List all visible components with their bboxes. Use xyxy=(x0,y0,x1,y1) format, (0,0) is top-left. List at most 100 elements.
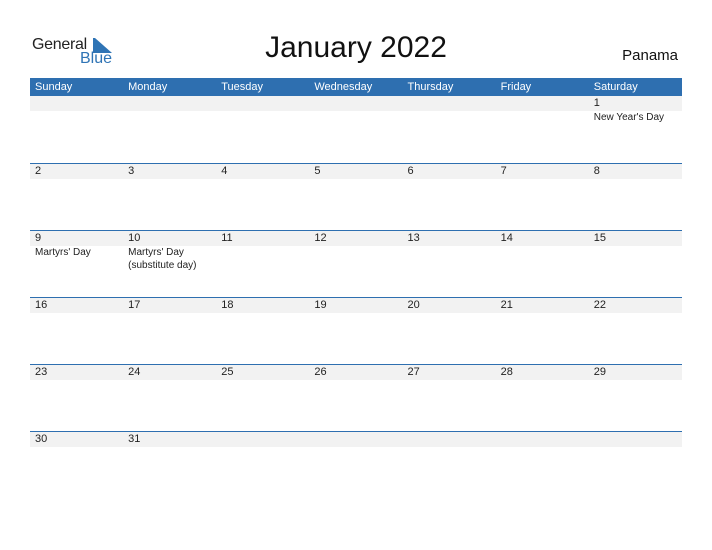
day-cell: 20 xyxy=(403,298,496,313)
day-cell xyxy=(309,96,402,124)
day-cell xyxy=(589,432,682,447)
day-number: 13 xyxy=(407,232,420,244)
holiday-label: Martyrs' Day (substitute day) xyxy=(128,247,197,271)
day-number: 10 xyxy=(128,232,141,244)
day-cell: 30 xyxy=(30,432,123,447)
day-cell: 3 xyxy=(123,164,216,179)
day-number: 22 xyxy=(593,299,606,311)
week-row: 16 17 18 19 20 21 22 xyxy=(30,297,682,364)
day-cell: 8 xyxy=(589,164,682,179)
country-label: Panama xyxy=(622,47,678,64)
holiday-label: Martyrs' Day xyxy=(35,247,91,258)
day-number: 17 xyxy=(128,299,141,311)
day-cell xyxy=(403,432,496,447)
weeks-container: 1 New Year's Day 2 3 4 5 6 7 8 9 Martyrs' Day 10 Mar… xyxy=(30,96,682,498)
weekday-header-row: Sunday Monday Tuesday Wednesday Thursday… xyxy=(30,78,682,96)
day-cell xyxy=(30,96,123,124)
week-row: 23 24 25 26 27 28 29 xyxy=(30,364,682,431)
weekday-friday: Friday xyxy=(500,81,532,93)
day-number xyxy=(35,96,123,111)
day-number xyxy=(594,432,682,447)
day-number xyxy=(501,96,589,111)
week-row: 9 Martyrs' Day 10 Martyrs' Day (substitute … xyxy=(30,230,682,297)
day-cell: 24 xyxy=(123,365,216,380)
day-cell xyxy=(216,96,309,124)
day-cell: 17 xyxy=(123,298,216,313)
day-number: 20 xyxy=(407,299,420,311)
day-number: 23 xyxy=(35,366,48,378)
day-cell: 4 xyxy=(216,164,309,179)
day-number: 9 xyxy=(35,232,42,244)
day-cell: 7 xyxy=(496,164,589,179)
day-number xyxy=(501,432,589,447)
day-cell: 23 xyxy=(30,365,123,380)
day-number: 8 xyxy=(593,165,600,177)
holiday-label: New Year's Day xyxy=(593,112,665,123)
day-cell: 29 xyxy=(589,365,682,380)
day-cell: 21 xyxy=(496,298,589,313)
day-cell: 13 xyxy=(403,231,496,272)
day-cell xyxy=(123,96,216,124)
weekday-saturday: Saturday xyxy=(593,81,638,93)
day-number: 2 xyxy=(35,165,42,177)
day-cell: 6 xyxy=(403,164,496,179)
day-number xyxy=(408,432,496,447)
day-cell: 31 xyxy=(123,432,216,447)
day-number xyxy=(314,96,402,111)
day-cell: 11 xyxy=(216,231,309,272)
day-number: 16 xyxy=(35,299,48,311)
day-number: 14 xyxy=(500,232,513,244)
day-number: 21 xyxy=(500,299,513,311)
day-number: 7 xyxy=(500,165,507,177)
day-cell xyxy=(496,432,589,447)
day-cell: 5 xyxy=(309,164,402,179)
day-number: 15 xyxy=(593,232,606,244)
day-number: 25 xyxy=(221,366,234,378)
day-cell: 19 xyxy=(309,298,402,313)
day-cell: 14 xyxy=(496,231,589,272)
day-number xyxy=(314,432,402,447)
day-number: 18 xyxy=(221,299,234,311)
day-number: 19 xyxy=(314,299,327,311)
day-number: 12 xyxy=(314,232,327,244)
day-cell: 9 Martyrs' Day xyxy=(30,231,123,272)
day-number: 28 xyxy=(500,366,513,378)
day-cell: 27 xyxy=(403,365,496,380)
day-cell xyxy=(309,432,402,447)
week-row: 30 31 xyxy=(30,431,682,498)
weekday-monday: Monday xyxy=(128,81,168,93)
day-cell xyxy=(403,96,496,124)
calendar-grid: Sunday Monday Tuesday Wednesday Thursday… xyxy=(30,78,682,498)
day-cell: 15 xyxy=(589,231,682,272)
weekday-sunday: Sunday xyxy=(35,81,73,93)
day-cell: 2 xyxy=(30,164,123,179)
day-number: 30 xyxy=(35,433,48,445)
week-row: 2 3 4 5 6 7 8 xyxy=(30,163,682,230)
calendar-title: January 2022 xyxy=(265,31,447,64)
weekday-wednesday: Wednesday xyxy=(314,81,373,93)
weekday-thursday: Thursday xyxy=(407,81,454,93)
day-number: 27 xyxy=(407,366,420,378)
day-number: 31 xyxy=(128,433,141,445)
day-number: 4 xyxy=(221,165,228,177)
day-number: 24 xyxy=(128,366,141,378)
day-number: 5 xyxy=(314,165,321,177)
day-number: 1 xyxy=(593,97,600,109)
day-cell: 22 xyxy=(589,298,682,313)
day-cell: 25 xyxy=(216,365,309,380)
day-number: 26 xyxy=(314,366,327,378)
day-number xyxy=(408,96,496,111)
day-number: 11 xyxy=(221,232,233,244)
day-number xyxy=(128,96,216,111)
day-cell: 12 xyxy=(309,231,402,272)
day-cell xyxy=(216,432,309,447)
day-cell xyxy=(496,96,589,124)
day-cell: 16 xyxy=(30,298,123,313)
day-number: 3 xyxy=(128,165,135,177)
day-cell: 10 Martyrs' Day (substitute day) xyxy=(123,231,216,272)
day-number: 29 xyxy=(593,366,606,378)
day-cell: 26 xyxy=(309,365,402,380)
weekday-tuesday: Tuesday xyxy=(221,81,264,93)
day-number: 6 xyxy=(407,165,414,177)
day-cell: 18 xyxy=(216,298,309,313)
